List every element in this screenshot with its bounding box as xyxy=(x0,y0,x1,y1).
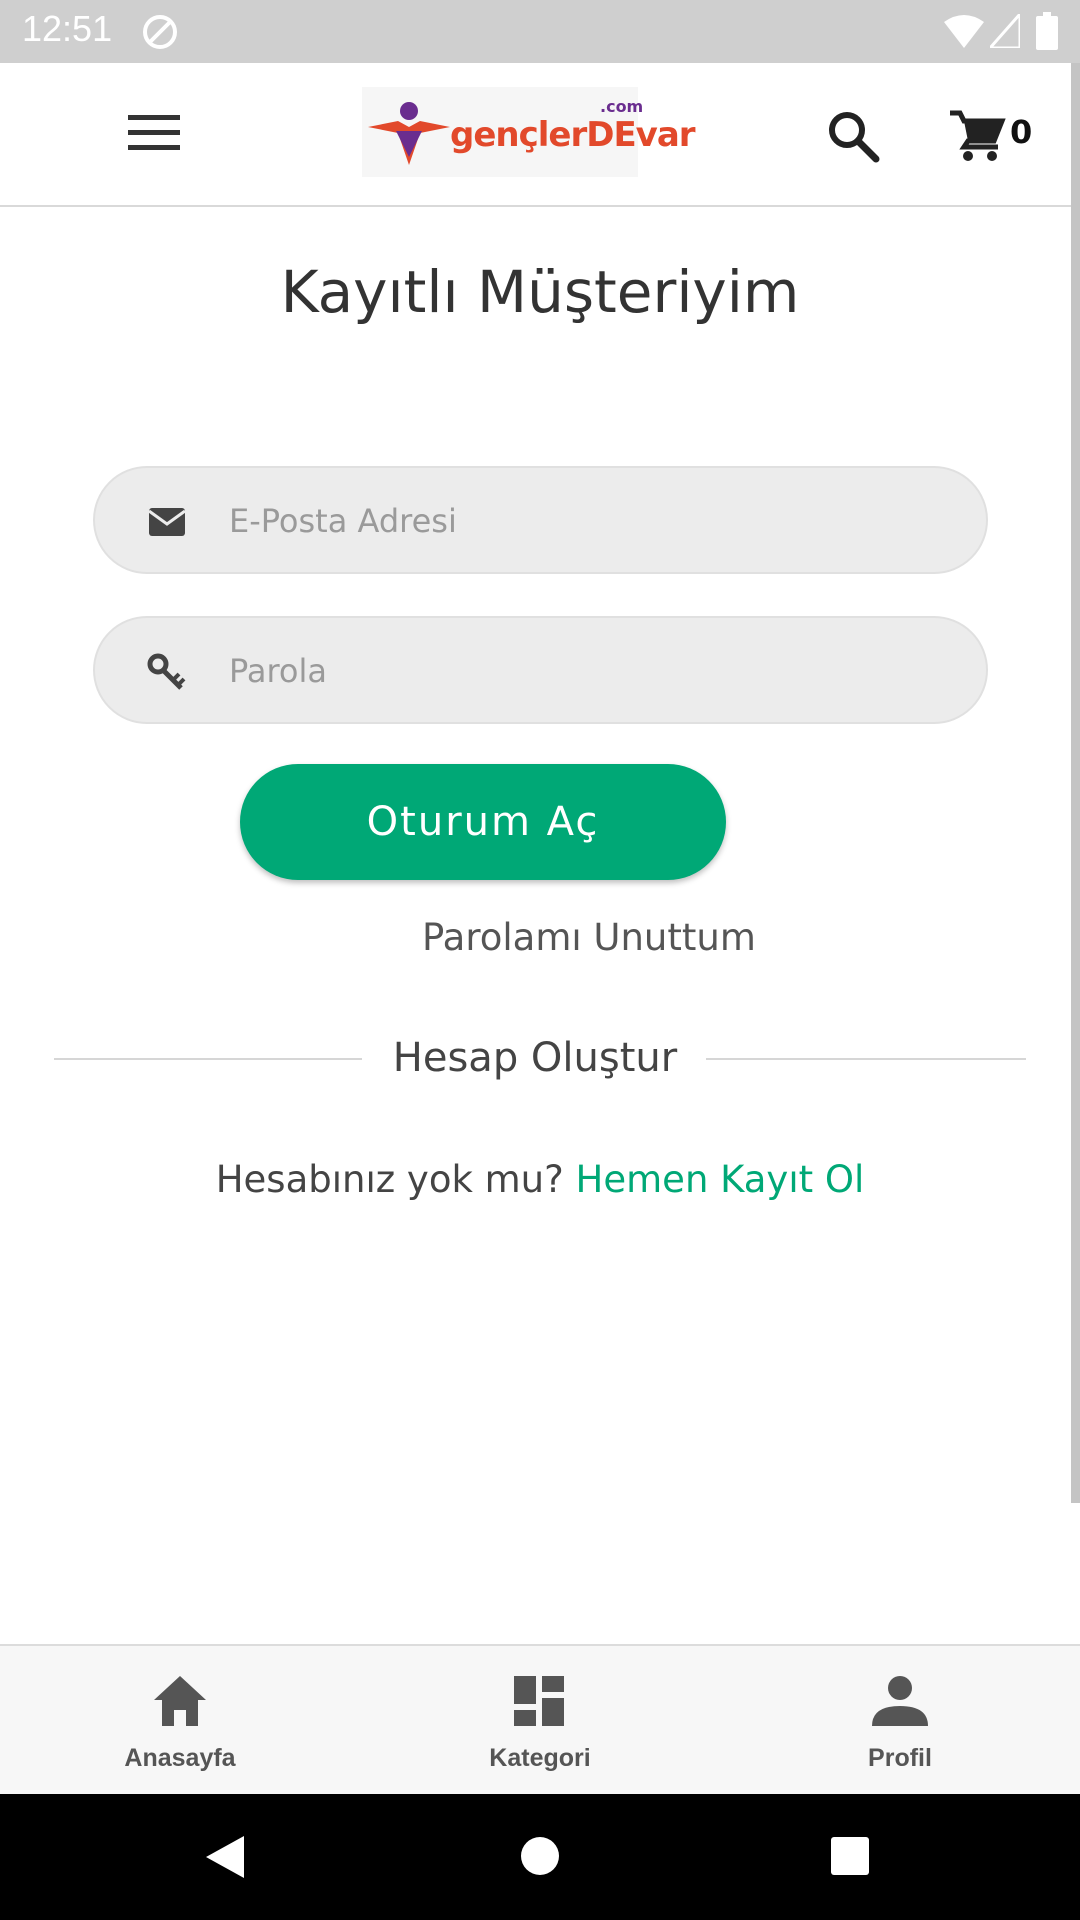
no-account-text: Hesabınız yok mu? xyxy=(215,1158,564,1201)
create-account-heading: Hesap Oluştur xyxy=(392,1035,678,1081)
back-icon[interactable] xyxy=(204,1834,246,1880)
battery-icon xyxy=(1036,12,1058,50)
nav-item-profile[interactable]: Profil xyxy=(800,1646,1000,1796)
menu-icon[interactable] xyxy=(128,113,180,153)
search-icon[interactable] xyxy=(826,109,880,163)
status-time: 12:51 xyxy=(22,8,113,49)
register-prompt: Hesabınız yok mu? Hemen Kayıt Ol xyxy=(0,1158,1080,1201)
wifi-icon xyxy=(944,15,984,48)
status-bar: 12:51 xyxy=(0,0,1080,63)
password-input[interactable] xyxy=(227,618,951,724)
page-title: Kayıtlı Müşteriyim xyxy=(280,258,800,326)
login-button[interactable]: Oturum Aç xyxy=(240,764,726,880)
email-input[interactable] xyxy=(227,468,951,574)
forgot-password-link[interactable]: Parolamı Unuttum xyxy=(422,916,756,959)
nav-label-category: Kategori xyxy=(489,1744,591,1772)
profile-icon xyxy=(872,1676,928,1726)
nav-label-home: Anasayfa xyxy=(124,1744,236,1772)
category-icon xyxy=(514,1676,564,1726)
register-link[interactable]: Hemen Kayıt Ol xyxy=(576,1158,865,1201)
email-field[interactable] xyxy=(93,466,988,574)
nav-item-category[interactable]: Kategori xyxy=(440,1646,640,1796)
system-nav-bar xyxy=(0,1794,1080,1920)
cart-icon[interactable] xyxy=(950,109,1006,163)
password-field[interactable] xyxy=(93,616,988,724)
nav-label-profile: Profil xyxy=(868,1744,932,1772)
logo-domain: .com xyxy=(600,97,644,116)
cart-count: 0 xyxy=(1010,113,1033,151)
recents-icon[interactable] xyxy=(830,1836,870,1876)
logo[interactable]: gençlerDEvar .com xyxy=(362,87,696,177)
app-header: gençlerDEvar .com 0 xyxy=(0,63,1080,207)
signal-icon xyxy=(990,14,1020,48)
key-icon xyxy=(147,653,186,690)
sync-icon xyxy=(143,15,177,49)
logo-mark-icon xyxy=(368,102,450,165)
logo-text: gençlerDEvar xyxy=(450,115,696,155)
home-icon xyxy=(154,1676,206,1726)
home-circle-icon[interactable] xyxy=(520,1836,560,1876)
envelope-icon xyxy=(148,508,186,536)
nav-item-home[interactable]: Anasayfa xyxy=(80,1646,280,1796)
bottom-nav: Anasayfa Kategori Profil xyxy=(0,1644,1080,1796)
